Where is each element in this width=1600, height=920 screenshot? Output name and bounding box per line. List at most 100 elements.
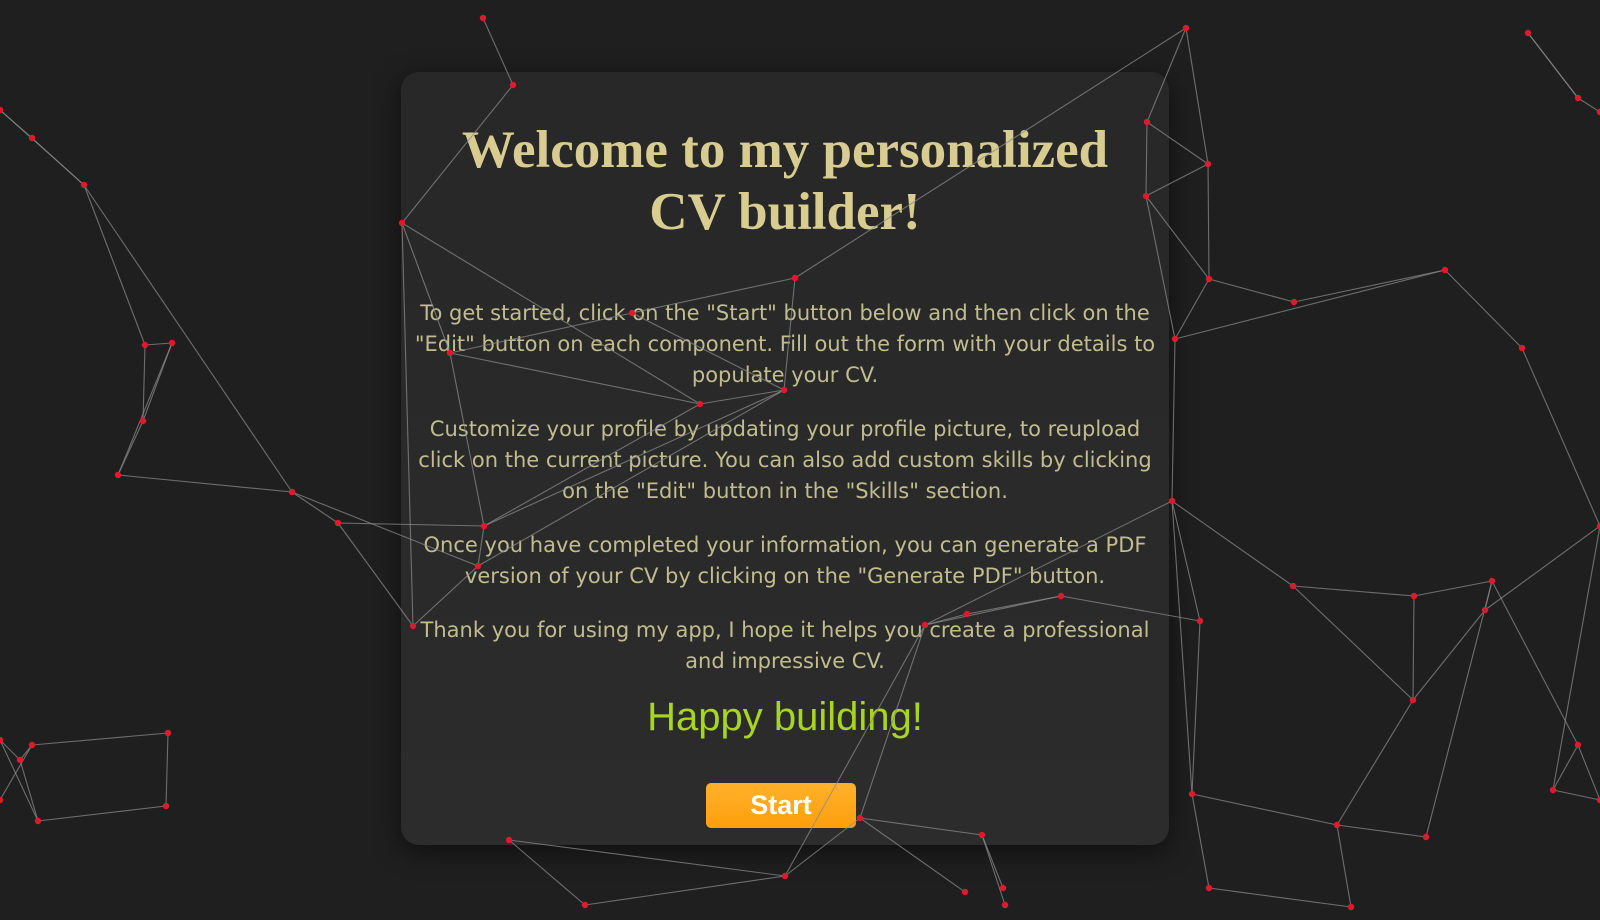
network-line <box>144 342 173 346</box>
network-line <box>1412 609 1486 701</box>
network-node <box>0 736 4 744</box>
network-node <box>28 134 36 142</box>
network-line <box>1577 744 1600 801</box>
network-node <box>961 888 969 896</box>
network-node <box>0 796 4 804</box>
network-line <box>1208 278 1295 303</box>
network-node <box>1481 606 1489 614</box>
network-line <box>1552 525 1600 791</box>
network-line <box>1292 585 1414 701</box>
network-line <box>1171 500 1294 587</box>
network-line <box>1191 620 1201 795</box>
network-node <box>1441 266 1449 274</box>
network-line <box>291 491 339 524</box>
network-line <box>19 759 39 822</box>
network-node <box>162 802 170 810</box>
network-line <box>1336 824 1352 908</box>
network-line <box>1412 595 1415 701</box>
network-line <box>1527 32 1579 99</box>
network-line <box>1521 347 1600 527</box>
network-line <box>1174 278 1210 340</box>
network-node <box>1524 29 1532 37</box>
network-node <box>1182 24 1190 32</box>
intro-paragraph-customize: Customize your profile by updating your … <box>418 417 1152 503</box>
network-line <box>1577 97 1600 113</box>
network-line <box>0 109 33 139</box>
network-node <box>781 872 789 880</box>
intro-paragraph-start: To get started, click on the "Start" but… <box>414 301 1156 387</box>
start-button[interactable]: Start <box>706 783 856 828</box>
network-node <box>1205 884 1213 892</box>
network-line <box>1207 163 1210 280</box>
network-line <box>508 839 786 877</box>
network-node <box>479 14 487 22</box>
network-node <box>80 181 88 189</box>
network-line <box>1174 269 1446 340</box>
network-node <box>1574 741 1582 749</box>
network-node <box>28 741 36 749</box>
network-line <box>31 732 169 746</box>
network-node <box>16 756 24 764</box>
network-line <box>1185 27 1209 165</box>
network-line <box>19 744 33 761</box>
network-node <box>1205 275 1213 283</box>
network-node <box>168 339 176 347</box>
network-node <box>114 471 122 479</box>
network-line <box>1171 500 1193 795</box>
network-line <box>1208 887 1352 908</box>
network-line <box>1413 580 1493 597</box>
network-node <box>1410 592 1418 600</box>
intro-paragraph-thanks: Thank you for using my app, I hope it he… <box>420 618 1150 673</box>
network-line <box>1527 32 1579 99</box>
network-line <box>0 744 33 801</box>
welcome-title: Welcome to my personalized CV builder! <box>461 121 1109 241</box>
network-node <box>164 729 172 737</box>
network-line <box>1484 580 1493 611</box>
network-node <box>581 901 589 909</box>
network-line <box>1336 699 1414 826</box>
network-node <box>1289 582 1297 590</box>
network-line <box>584 875 786 906</box>
network-node <box>141 341 149 349</box>
happy-building-heading: Happy building! <box>647 695 923 739</box>
network-line <box>117 342 173 476</box>
network-node <box>1171 335 1179 343</box>
network-line <box>117 474 293 493</box>
network-node <box>1001 901 1009 909</box>
network-line <box>1336 824 1427 838</box>
network-node <box>1347 903 1355 911</box>
network-line <box>1484 525 1600 611</box>
intro-paragraph-generate-pdf: Once you have completed your information… <box>423 533 1147 588</box>
network-line <box>1425 580 1493 838</box>
network-line <box>117 420 144 476</box>
network-node <box>1333 821 1341 829</box>
network-node <box>1196 617 1204 625</box>
network-line <box>1191 793 1338 826</box>
network-node <box>0 106 4 114</box>
network-node <box>1422 833 1430 841</box>
network-line <box>1293 269 1446 303</box>
network-line <box>508 839 586 906</box>
network-node <box>139 417 147 425</box>
network-line <box>1444 269 1523 349</box>
network-node <box>1574 94 1582 102</box>
network-line <box>83 184 146 346</box>
network-line <box>1491 580 1579 746</box>
network-line <box>1292 585 1415 597</box>
network-line <box>37 805 167 822</box>
network-node <box>1409 696 1417 704</box>
network-node <box>1549 786 1557 794</box>
network-line <box>1552 789 1600 801</box>
welcome-card: Welcome to my personalized CV builder! T… <box>401 72 1169 845</box>
network-line <box>1171 338 1176 502</box>
network-node <box>1290 298 1298 306</box>
network-node <box>288 488 296 496</box>
network-line <box>142 344 146 422</box>
network-line <box>1552 744 1579 791</box>
network-line <box>981 834 1006 906</box>
network-line <box>1191 793 1210 889</box>
network-node <box>1188 790 1196 798</box>
network-line <box>0 739 39 822</box>
network-line <box>1171 500 1201 622</box>
network-node <box>1488 577 1496 585</box>
